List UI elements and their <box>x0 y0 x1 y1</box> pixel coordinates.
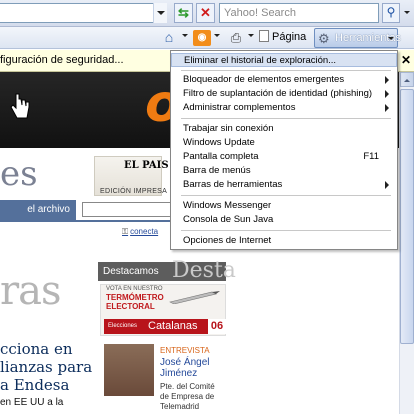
news-snippet: en EE UU a la <box>0 397 64 408</box>
menu-item-work-offline[interactable]: Trabajar sin conexión <box>171 122 397 136</box>
menu-item-manage-addons[interactable]: Administrar complementos <box>171 101 397 115</box>
page-icon <box>259 30 269 42</box>
interview-name-line1[interactable]: José Ángel <box>160 357 209 368</box>
interview-desc-line3: Telemadrid <box>160 402 200 411</box>
tools-dropdown-menu: Eliminar el historial de exploración... … <box>170 50 398 250</box>
menu-item-popup-blocker[interactable]: Bloqueador de elementos emergentes <box>171 73 397 87</box>
page-menu-button[interactable]: Página <box>259 28 309 56</box>
archive-search-input[interactable] <box>82 202 172 217</box>
stop-icon[interactable]: ✕ <box>196 3 215 23</box>
termometro-line3: ELECTORAL <box>106 302 155 311</box>
command-bar: ⌂ ◉ ⎙ Página ⚙ Herramientas <box>0 27 414 56</box>
termometro-line1: VOTA EN NUESTRO <box>106 286 163 292</box>
menu-separator <box>181 118 391 119</box>
scroll-thumb[interactable] <box>400 89 414 344</box>
gear-icon: ⚙ <box>318 31 330 46</box>
information-bar-text: figuración de seguridad... <box>0 54 124 66</box>
search-icon[interactable]: ⚲ <box>382 3 400 23</box>
address-toolbar: ⇆ ✕ Yahoo! Search ⚲ <box>0 0 414 27</box>
catalanas-number: 06 <box>208 319 226 334</box>
key-icon: ⚿ <box>122 227 129 236</box>
interview-desc-line1: Pte. del Comité <box>160 382 215 391</box>
menu-item-windows-update[interactable]: Windows Update <box>171 136 397 150</box>
edicion-impresa-label[interactable]: EDICIÓN IMPRESA <box>100 188 167 195</box>
print-icon[interactable]: ⎙ <box>227 28 245 48</box>
close-icon[interactable]: ✕ <box>400 53 412 67</box>
vertical-scrollbar[interactable] <box>399 72 414 414</box>
address-dropdown-button[interactable] <box>153 3 167 23</box>
menu-item-phishing-filter[interactable]: Filtro de suplantación de identidad (phi… <box>171 87 397 101</box>
elpais-label: EL PAIS <box>124 160 169 171</box>
print-dropdown[interactable] <box>246 28 254 48</box>
catalanas-label: Catalanas <box>148 320 198 332</box>
hand-cursor-icon <box>10 93 30 119</box>
feeds-icon[interactable]: ◉ <box>193 30 211 46</box>
interview-kicker: ENTREVISTA <box>160 346 210 355</box>
page-menu-label: Página <box>272 31 307 43</box>
menu-item-internet-options[interactable]: Opciones de Internet <box>171 234 397 248</box>
catalanas-small-label: Elecciones <box>108 323 138 329</box>
menu-item-toolbars[interactable]: Barras de herramientas <box>171 178 397 192</box>
menu-separator <box>181 195 391 196</box>
shortcut-label: F11 <box>363 151 379 162</box>
address-input[interactable] <box>0 3 165 23</box>
menu-item-menu-bar[interactable]: Barra de menús <box>171 164 397 178</box>
news-headline[interactable]: cciona en lianzas para a Endesa <box>0 340 96 394</box>
search-options-dropdown[interactable] <box>401 3 413 23</box>
search-input[interactable]: Yahoo! Search <box>219 3 379 23</box>
divider <box>0 220 170 222</box>
submenu-arrow-icon <box>385 76 389 84</box>
scroll-up-arrow-icon[interactable] <box>400 72 414 87</box>
menu-separator <box>181 230 391 231</box>
feeds-dropdown[interactable] <box>212 28 220 48</box>
submenu-arrow-icon <box>385 181 389 189</box>
pencil-icon <box>169 291 220 304</box>
menu-separator <box>181 70 391 71</box>
site-logo-fragment[interactable]: es <box>0 154 38 194</box>
interview-name-line2[interactable]: Jiménez <box>160 368 197 379</box>
home-icon[interactable]: ⌂ <box>158 28 180 48</box>
archive-tab[interactable]: el archivo <box>0 200 76 220</box>
submenu-arrow-icon <box>385 104 389 112</box>
tools-menu-button[interactable]: ⚙ Herramientas <box>314 28 401 48</box>
refresh-icon[interactable]: ⇆ <box>174 3 193 23</box>
section-title-fragment: ras <box>0 268 61 314</box>
menu-item-full-screen[interactable]: Pantalla completa F11 <box>171 150 397 164</box>
home-dropdown[interactable] <box>180 28 188 48</box>
menu-item-delete-history[interactable]: Eliminar el historial de exploración... <box>171 53 397 67</box>
interview-photo[interactable] <box>104 344 154 396</box>
interview-desc-line2: de Empresa de <box>160 392 215 401</box>
conecta-link[interactable]: ⚿ conecta <box>122 227 158 237</box>
menu-item-windows-messenger[interactable]: Windows Messenger <box>171 199 397 213</box>
termometro-line2: TERMÓMETRO <box>106 293 164 302</box>
submenu-arrow-icon <box>385 90 389 98</box>
menu-item-sun-java-console[interactable]: Consola de Sun Java <box>171 213 397 227</box>
destacamos-ghost-text: Desta <box>172 258 236 283</box>
